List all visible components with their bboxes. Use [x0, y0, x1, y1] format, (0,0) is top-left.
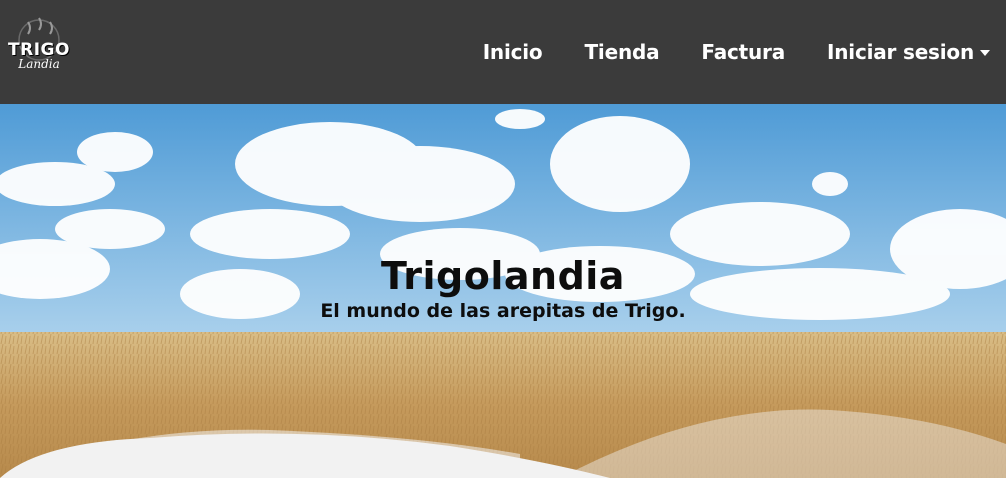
- hero-text-block: Trigolandia El mundo de las arepitas de …: [0, 254, 1006, 322]
- hero-subtitle: El mundo de las arepitas de Trigo.: [320, 300, 686, 322]
- nav-link-factura[interactable]: Factura: [701, 40, 785, 64]
- nav-link-inicio[interactable]: Inicio: [483, 40, 543, 64]
- brand-logo[interactable]: TRIGO Landia: [6, 16, 72, 88]
- logo-subtext: Landia: [18, 56, 60, 71]
- nav-link-tienda[interactable]: Tienda: [584, 40, 659, 64]
- nav-dropdown-iniciar-sesion[interactable]: Iniciar sesion: [827, 40, 990, 64]
- nav-dropdown-label: Iniciar sesion: [827, 40, 974, 64]
- hero-banner: Trigolandia El mundo de las arepitas de …: [0, 104, 1006, 478]
- nav-menu: Inicio Tienda Factura Iniciar sesion: [441, 0, 1006, 104]
- caret-down-icon: [980, 50, 990, 56]
- hero-title: Trigolandia: [381, 254, 625, 298]
- navbar: TRIGO Landia Inicio Tienda Factura Inici…: [0, 0, 1006, 104]
